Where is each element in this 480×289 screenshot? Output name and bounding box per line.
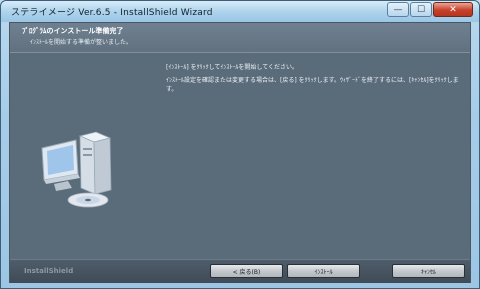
title-bar[interactable]: ステライメージ Ver.6.5 - InstallShield Wizard —… [1, 1, 479, 22]
installer-window: ステライメージ Ver.6.5 - InstallShield Wizard —… [0, 0, 480, 289]
instruction-line-1: [ｲﾝｽﾄｰﾙ] をｸﾘｯｸしてｲﾝｽﾄｰﾙを開始してください。 [166, 64, 299, 71]
window-controls: — ☐ ✕ [387, 2, 473, 17]
instruction-line-2: ｲﾝｽﾄｰﾙ設定を確認または変更する場合は、[戻る] をｸﾘｯｸします。ｳｨｻﾞ… [166, 77, 459, 93]
install-button[interactable]: ｲﾝｽﾄｰﾙ [287, 264, 360, 278]
header-subtitle: ｲﾝｽﾄｰﾙを開始する準備が整いました。 [30, 39, 133, 46]
installshield-brand: InstallShield [24, 267, 74, 275]
close-button[interactable]: ✕ [433, 2, 473, 17]
wizard-header: ﾌﾟﾛｸﾞﾗﾑのインストール準備完了 ｲﾝｽﾄｰﾙを開始する準備が整いました。 [10, 23, 470, 53]
wizard-footer: InstallShield < 戻る(B) ｲﾝｽﾄｰﾙ ｷｬﾝｾﾙ [10, 259, 470, 283]
header-title: ﾌﾟﾛｸﾞﾗﾑのインストール準備完了 [22, 27, 124, 35]
minimize-button[interactable]: — [387, 2, 409, 17]
back-button[interactable]: < 戻る(B) [210, 264, 283, 278]
wizard-client-area: ﾌﾟﾛｸﾞﾗﾑのインストール準備完了 ｲﾝｽﾄｰﾙを開始する準備が整いました。 … [9, 22, 471, 283]
window-title: ステライメージ Ver.6.5 - InstallShield Wizard [11, 8, 213, 18]
wizard-body-text: [ｲﾝｽﾄｰﾙ] をｸﾘｯｸしてｲﾝｽﾄｰﾙを開始してください。 ｲﾝｽﾄｰﾙ設… [166, 63, 466, 98]
maximize-button[interactable]: ☐ [410, 2, 432, 17]
cancel-button[interactable]: ｷｬﾝｾﾙ [392, 264, 465, 278]
computer-icon [41, 131, 112, 208]
